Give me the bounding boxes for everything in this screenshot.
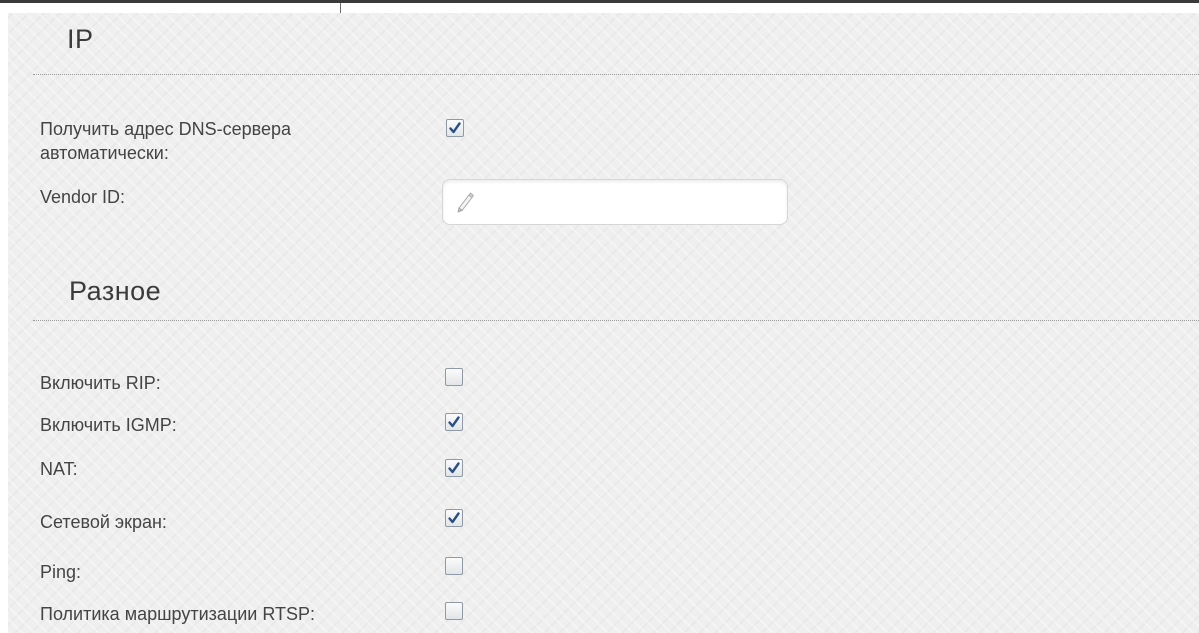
rtsp-policy-checkbox[interactable] [445,602,463,620]
pencil-icon [455,191,475,218]
igmp-checkbox[interactable] [445,413,463,431]
ping-label: Ping: [40,562,82,582]
top-divider-tick [340,3,341,13]
rip-checkbox[interactable] [445,368,463,386]
rtsp-policy-label: Политика маршрутизации RTSP: [40,604,316,624]
rip-label: Включить RIP: [40,373,161,393]
check-mark-icon [448,462,460,474]
dns-auto-checkbox[interactable] [446,119,464,137]
firewall-checkbox[interactable] [445,509,463,527]
section-title-misc: Разное [69,276,162,306]
nat-checkbox[interactable] [445,459,463,477]
nat-label: NAT: [40,459,78,479]
section-divider-misc [33,320,1199,321]
firewall-label: Сетевой экран: [40,512,167,532]
dns-auto-label: Получить адрес DNS-сервера автоматически… [40,119,292,163]
section-divider-ip [33,74,1199,75]
check-mark-icon [448,512,460,524]
check-mark-icon [449,122,461,134]
vendor-id-label: Vendor ID: [40,187,126,207]
igmp-label: Включить IGMP: [40,415,177,435]
check-mark-icon [448,416,460,428]
ping-checkbox[interactable] [445,557,463,575]
vendor-id-input[interactable] [442,179,788,225]
top-border [0,0,1199,3]
section-title-ip: IP [67,24,94,54]
settings-panel [8,13,1199,633]
